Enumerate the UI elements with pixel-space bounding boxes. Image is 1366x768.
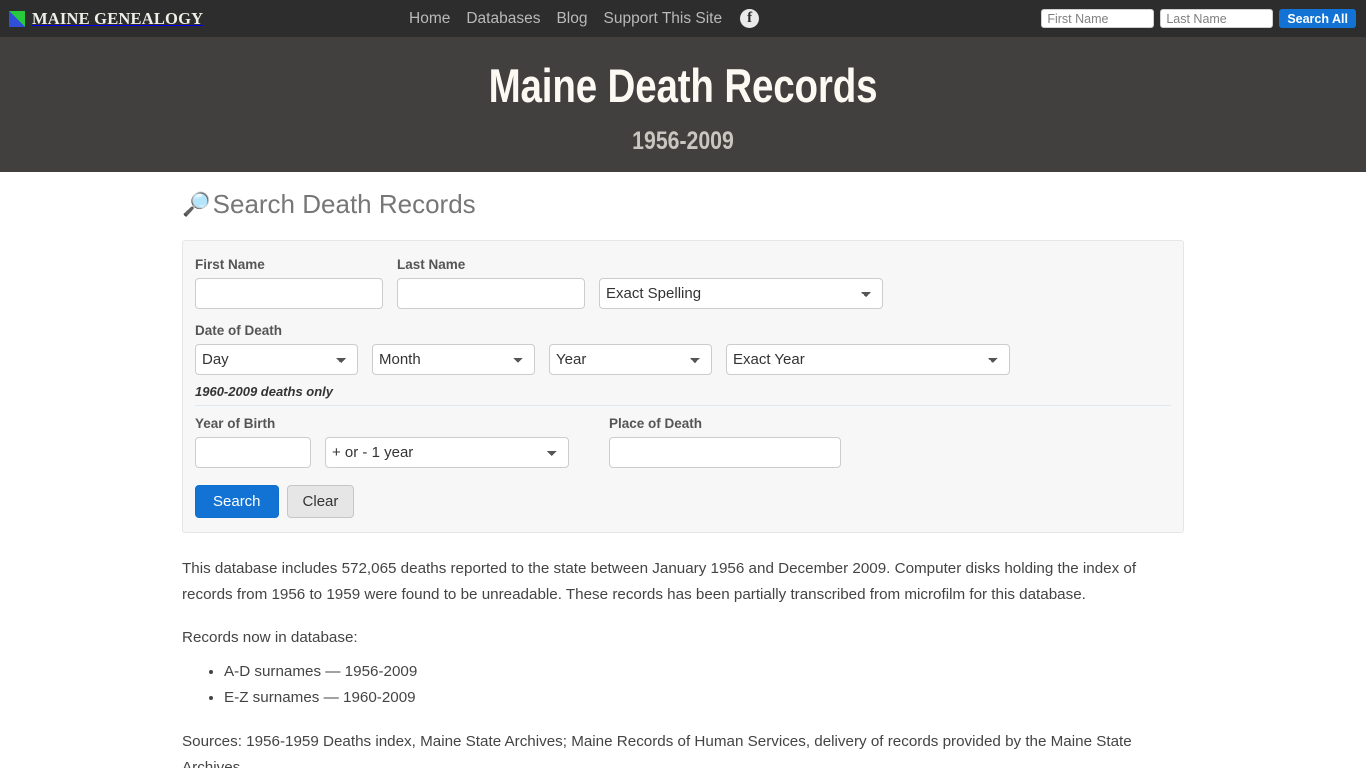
site-brand-link[interactable]: MAINE GENEALOGY xyxy=(9,9,203,29)
exact-year-select[interactable]: Exact Year xyxy=(726,344,1010,376)
page-title: Maine Death Records xyxy=(488,59,878,112)
database-description: This database includes 572,065 deaths re… xyxy=(182,560,1137,603)
deaths-only-note: 1960-2009 deaths only xyxy=(195,384,334,400)
spelling-select[interactable]: Exact Spelling xyxy=(599,278,883,310)
last-name-input[interactable] xyxy=(397,278,585,310)
date-of-death-label: Date of Death xyxy=(195,323,283,339)
magnifying-glass-icon: 🔎 xyxy=(182,191,211,218)
records-list: A-D surnames — 1956-2009 E-Z surnames — … xyxy=(182,659,1184,712)
nav-support-this-site[interactable]: Support This Site xyxy=(604,10,723,28)
maine-genealogy-logo-icon xyxy=(9,10,25,27)
day-select[interactable]: Day xyxy=(195,344,358,376)
global-last-name-input[interactable] xyxy=(1160,9,1274,28)
section-heading-label: Search Death Records xyxy=(212,189,476,219)
list-item: A-D surnames — 1956-2009 xyxy=(224,659,1184,685)
nav-home[interactable]: Home xyxy=(409,10,450,28)
clear-button[interactable]: Clear xyxy=(286,485,355,519)
top-navigation-bar: MAINE GENEALOGY Home Databases Blog Supp… xyxy=(0,0,1366,37)
section-heading: 🔎 Search Death Records xyxy=(182,189,1184,220)
nav-databases[interactable]: Databases xyxy=(466,10,540,28)
year-range-select[interactable]: + or - 1 year xyxy=(325,437,569,469)
place-of-death-input[interactable] xyxy=(609,437,841,469)
nav-blog[interactable]: Blog xyxy=(556,10,587,28)
year-select[interactable]: Year xyxy=(549,344,712,376)
list-item: E-Z surnames — 1960-2009 xyxy=(224,685,1184,711)
page-banner: Maine Death Records 1956-2009 xyxy=(0,37,1366,172)
death-records-search-form: First Name Last Name Exact Spelling Date… xyxy=(182,240,1184,534)
global-first-name-input[interactable] xyxy=(1041,9,1155,28)
main-nav: Home Databases Blog Support This Site f xyxy=(409,0,760,37)
main-content: 🔎 Search Death Records First Name Last N… xyxy=(182,172,1184,768)
place-of-death-label: Place of Death xyxy=(609,416,703,432)
global-search: Search All xyxy=(1041,0,1356,37)
search-button[interactable]: Search xyxy=(195,485,279,519)
last-name-label: Last Name xyxy=(397,257,466,273)
brand-text: MAINE GENEALOGY xyxy=(32,8,204,28)
first-name-input[interactable] xyxy=(195,278,383,310)
month-select[interactable]: Month xyxy=(372,344,535,376)
records-intro: Records now in database: xyxy=(182,629,358,647)
sources-text: Sources: 1956-1959 Deaths index, Maine S… xyxy=(182,733,1132,768)
facebook-icon[interactable]: f xyxy=(740,9,760,28)
first-name-label: First Name xyxy=(195,257,265,273)
search-all-button[interactable]: Search All xyxy=(1279,9,1356,28)
page-subtitle: 1956-2009 xyxy=(632,127,734,155)
year-of-birth-label: Year of Birth xyxy=(195,416,276,432)
form-divider xyxy=(195,405,1171,407)
year-of-birth-input[interactable] xyxy=(195,437,311,469)
